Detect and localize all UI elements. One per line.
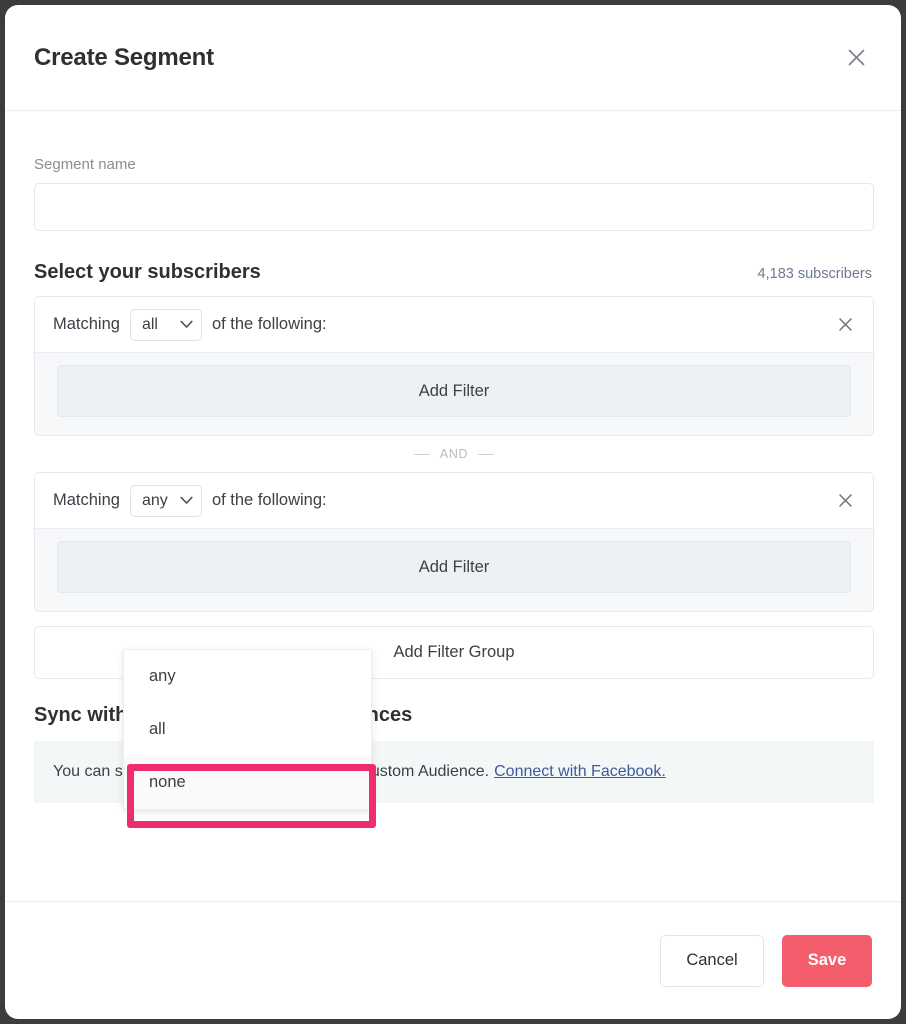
cancel-button[interactable]: Cancel (660, 934, 764, 987)
add-filter-button-2[interactable]: Add Filter (57, 541, 851, 593)
matching-prefix-label: Matching (53, 315, 120, 333)
matching-prefix-label-2: Matching (53, 491, 120, 509)
match-type-value-2: any (141, 491, 168, 509)
add-filter-button-1[interactable]: Add Filter (57, 365, 851, 417)
divider-dash-left (413, 453, 430, 455)
match-type-select-1[interactable]: all (129, 308, 202, 341)
and-divider-label: AND (439, 447, 469, 461)
divider-dash-right (478, 453, 495, 455)
modal-body: Segment name Select your subscribers 4,1… (5, 111, 901, 901)
remove-filter-group-1-icon[interactable] (833, 313, 857, 337)
filter-group-1-header: Matching all of the following: (35, 297, 873, 352)
create-segment-modal: Create Segment Segment name Select your … (5, 5, 901, 1019)
matching-suffix-label: of the following: (211, 315, 327, 333)
filter-group-1: Matching all of the following: Add Filte… (34, 296, 874, 436)
filter-group-2: Matching any of the following: Add Filte… (34, 472, 874, 612)
chevron-down-icon (180, 496, 193, 504)
segment-name-label: Segment name (34, 156, 136, 173)
dropdown-option-none[interactable]: none (124, 756, 371, 809)
match-type-select-2[interactable]: any (129, 484, 202, 517)
remove-filter-group-2-icon[interactable] (833, 489, 857, 513)
and-divider: AND (34, 436, 874, 472)
matching-suffix-label-2: of the following: (211, 491, 327, 509)
select-subscribers-row: Select your subscribers 4,183 subscriber… (34, 261, 872, 284)
save-button[interactable]: Save (782, 934, 872, 987)
filter-group-2-header: Matching any of the following: (35, 473, 873, 528)
filter-group-2-body: Add Filter (35, 528, 873, 611)
connect-with-facebook-link[interactable]: Connect with Facebook. (494, 763, 666, 781)
match-type-value-1: all (141, 315, 158, 333)
page-title: Create Segment (34, 43, 214, 71)
dropdown-option-any[interactable]: any (124, 650, 371, 703)
filter-group-1-body: Add Filter (35, 352, 873, 435)
dropdown-option-all[interactable]: all (124, 703, 371, 756)
modal-header: Create Segment (5, 5, 901, 111)
modal-footer: Cancel Save (5, 901, 901, 1019)
chevron-down-icon (180, 320, 193, 328)
select-subscribers-title: Select your subscribers (34, 261, 261, 283)
close-icon[interactable] (841, 43, 871, 73)
segment-name-input[interactable] (34, 183, 874, 231)
subscriber-count[interactable]: 4,183 subscribers (758, 266, 872, 282)
match-type-dropdown-menu: any all none (123, 649, 376, 828)
